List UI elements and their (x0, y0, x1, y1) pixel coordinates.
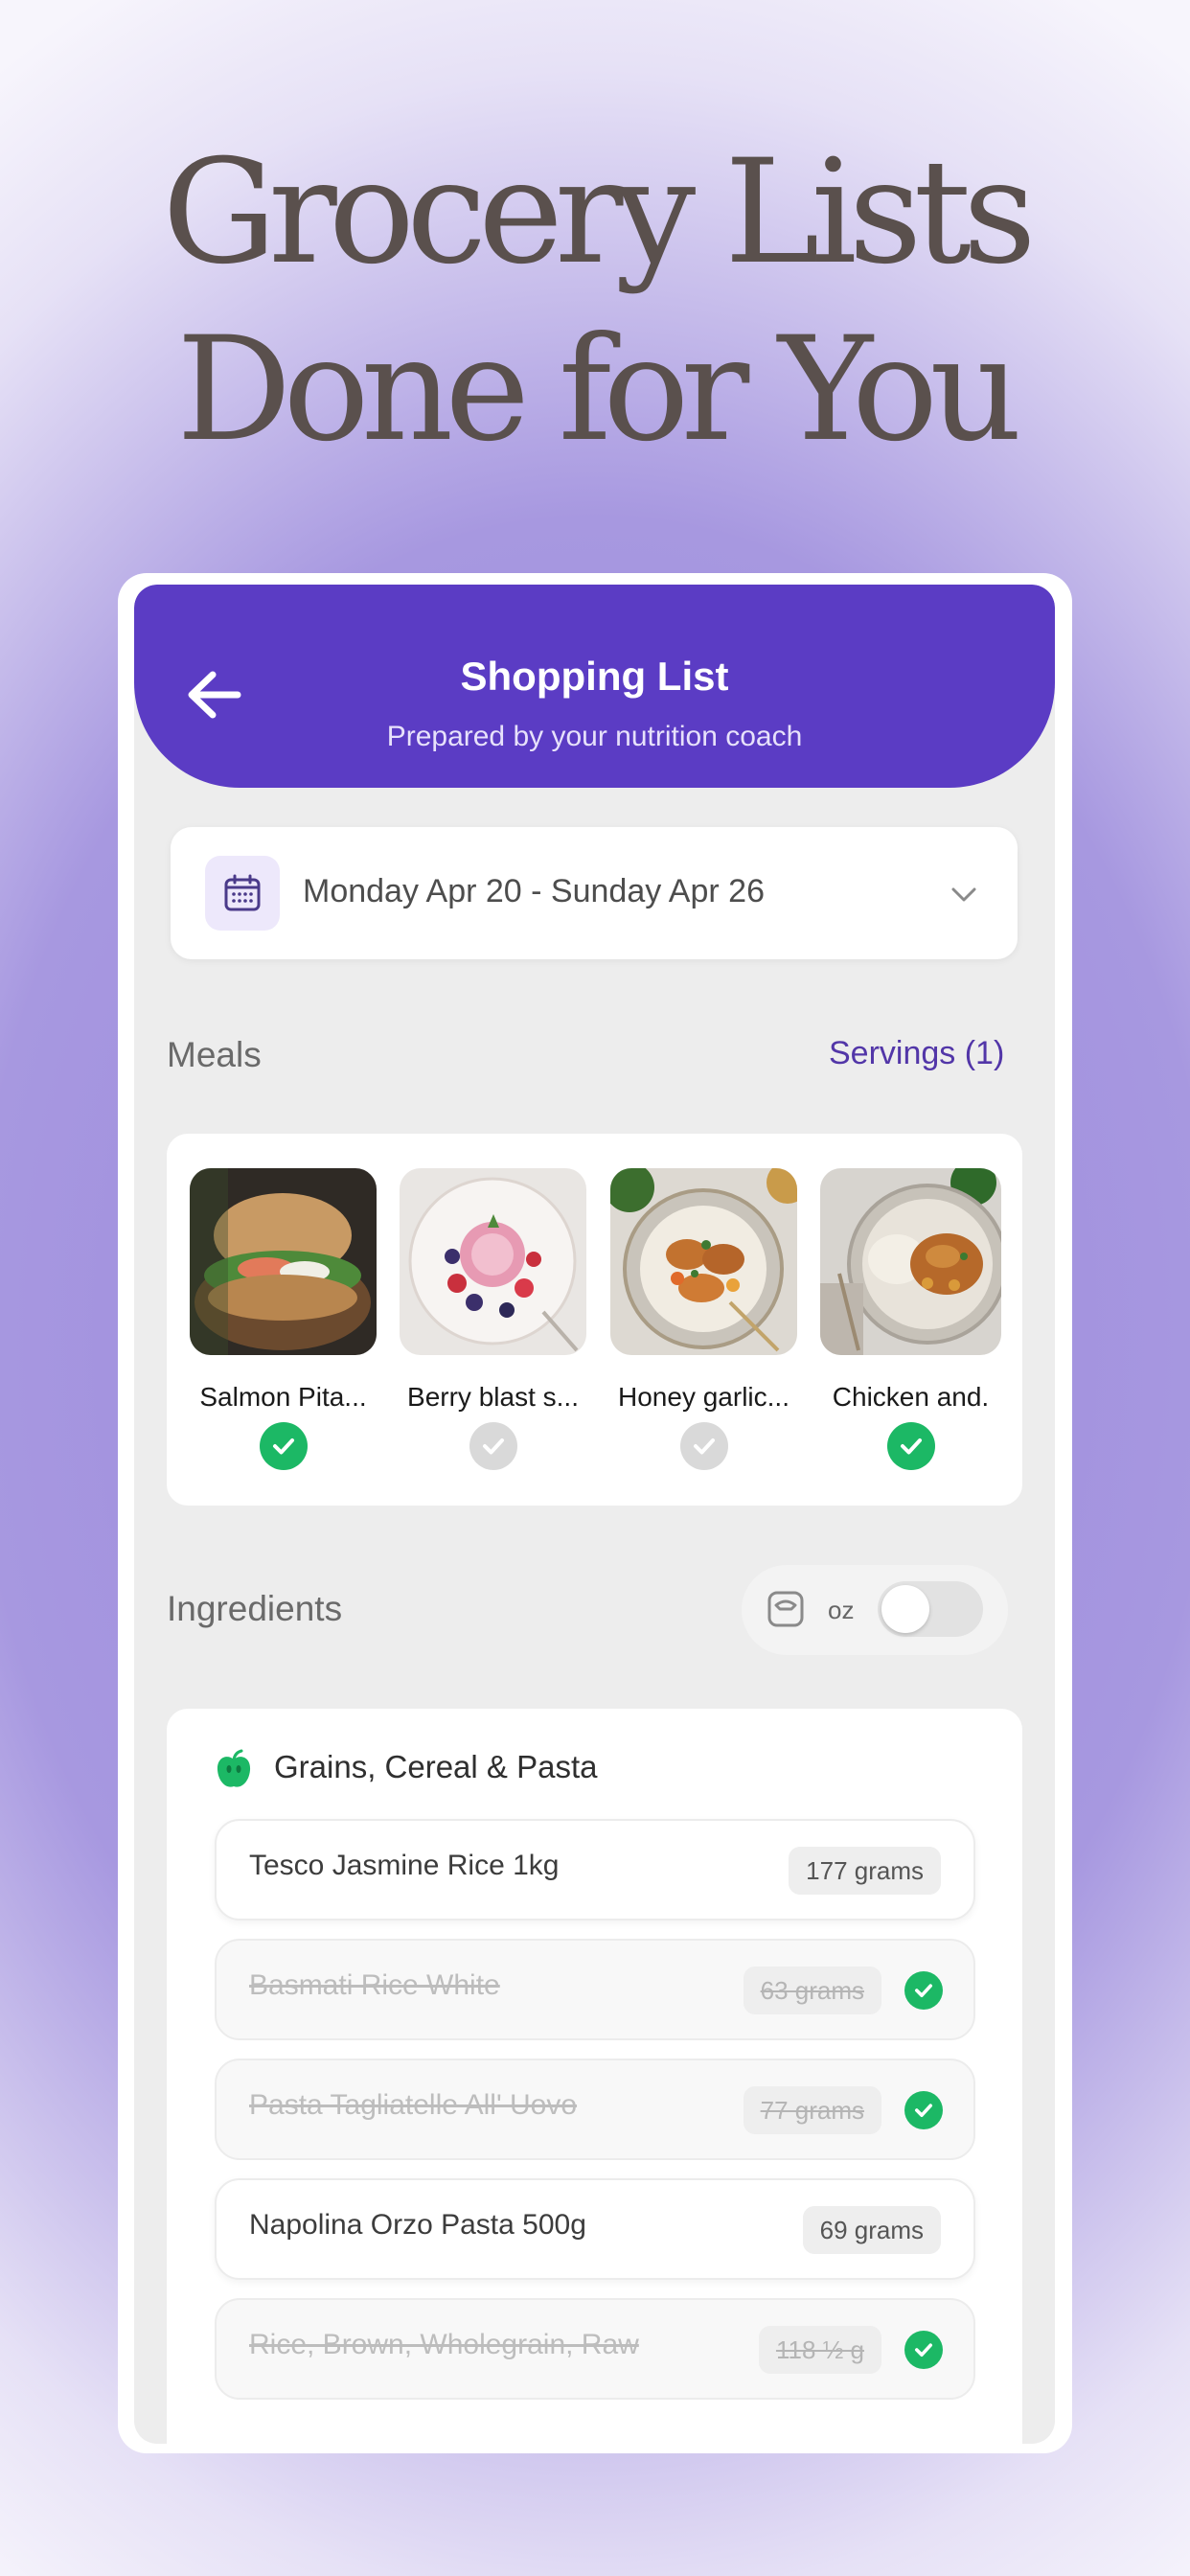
ingredient-row[interactable]: Rice, Brown, Wholegrain, Raw 118 ½ g (215, 2298, 975, 2400)
units-label: oz (828, 1596, 855, 1624)
servings-button[interactable]: Servings (1) (829, 1035, 1004, 1072)
chevron-down-icon (951, 887, 976, 902)
meal-image-chicken-and (820, 1168, 1001, 1355)
meal-selected-check[interactable] (679, 1422, 728, 1470)
ingredient-checked[interactable] (904, 1971, 943, 2010)
meal-selected-check[interactable] (259, 1422, 308, 1470)
meal-image-salmon-pita (190, 1168, 377, 1355)
headline-line-2: Done for You (176, 307, 1022, 473)
ingredient-row[interactable]: Basmati Rice White 63 grams (215, 1939, 975, 2040)
checkmark-icon (482, 1438, 504, 1455)
ingredient-quantity: 69 grams (802, 2206, 941, 2254)
checkmark-icon (915, 2104, 932, 2117)
date-range-label: Monday Apr 20 - Sunday Apr 26 (303, 873, 765, 909)
calendar-icon-box (205, 856, 280, 931)
scale-icon (767, 1591, 804, 1627)
meal-card[interactable]: Berry blast s... (400, 1168, 586, 1470)
meal-selected-check[interactable] (469, 1422, 517, 1470)
checkmark-icon (915, 1984, 932, 1997)
units-toggle[interactable] (878, 1581, 983, 1637)
category-title: Grains, Cereal & Pasta (274, 1749, 598, 1784)
ingredient-quantity: 77 grams (743, 2086, 881, 2134)
toggle-knob (881, 1585, 929, 1633)
meal-name: Chicken and. (832, 1382, 990, 1412)
ingredient-name: Pasta Tagliatelle All' Uovo (249, 2089, 578, 2121)
headline-line-1: Grocery Lists (162, 129, 1037, 296)
ingredients-card: Grains, Cereal & Pasta Tesco Jasmine Ric… (167, 1709, 1022, 2444)
checkmark-icon (693, 1438, 715, 1455)
ingredient-checked[interactable] (904, 2091, 943, 2129)
meal-selected-check[interactable] (886, 1422, 935, 1470)
ingredient-name: Rice, Brown, Wholegrain, Raw (249, 2329, 639, 2360)
meal-card[interactable]: Chicken and. (820, 1168, 1001, 1470)
meals-section-label: Meals (167, 1035, 262, 1074)
ingredient-row[interactable]: Pasta Tagliatelle All' Uovo 77 grams (215, 2058, 975, 2160)
meals-carousel: Salmon Pita... Berry blast s... Honey ga… (167, 1134, 1022, 1506)
app-screen: Shopping List Prepared by your nutrition… (134, 585, 1055, 2444)
ingredient-row[interactable]: Napolina Orzo Pasta 500g 69 grams (215, 2178, 975, 2280)
meal-image-berry-blast (400, 1168, 586, 1355)
page-subtitle: Prepared by your nutrition coach (386, 721, 803, 752)
date-range-selector[interactable]: Monday Apr 20 - Sunday Apr 26 (171, 827, 1018, 959)
meal-card[interactable]: Honey garlic... (610, 1168, 797, 1470)
ingredient-name: Basmati Rice White (249, 1969, 500, 2001)
ingredient-name: Tesco Jasmine Rice 1kg (249, 1850, 560, 1881)
meal-name: Honey garlic... (618, 1382, 790, 1412)
ingredient-row[interactable]: Tesco Jasmine Rice 1kg 177 grams (215, 1819, 975, 1920)
checkmark-icon (272, 1438, 294, 1455)
ingredient-quantity: 177 grams (789, 1847, 941, 1895)
meal-card[interactable]: Salmon Pita... (190, 1168, 377, 1470)
checkmark-icon (900, 1438, 922, 1455)
checkmark-icon (915, 2343, 932, 2357)
ingredient-quantity: 118 ½ g (758, 2326, 881, 2374)
meal-image-honey-garlic (610, 1168, 797, 1355)
meal-name: Berry blast s... (407, 1382, 579, 1412)
ingredient-name: Napolina Orzo Pasta 500g (249, 2209, 586, 2241)
app-header: Shopping List Prepared by your nutrition… (134, 585, 1055, 788)
apple-icon (217, 1749, 251, 1787)
meal-name: Salmon Pita... (199, 1382, 367, 1412)
ingredient-checked[interactable] (904, 2331, 943, 2369)
units-switcher: oz (742, 1565, 1008, 1655)
page-title: Shopping List (460, 654, 729, 699)
ingredients-section-label: Ingredients (167, 1589, 343, 1628)
ingredient-quantity: 63 grams (743, 1966, 881, 2014)
calendar-icon (224, 874, 261, 911)
headline: Grocery Lists Done for You (0, 125, 1190, 479)
